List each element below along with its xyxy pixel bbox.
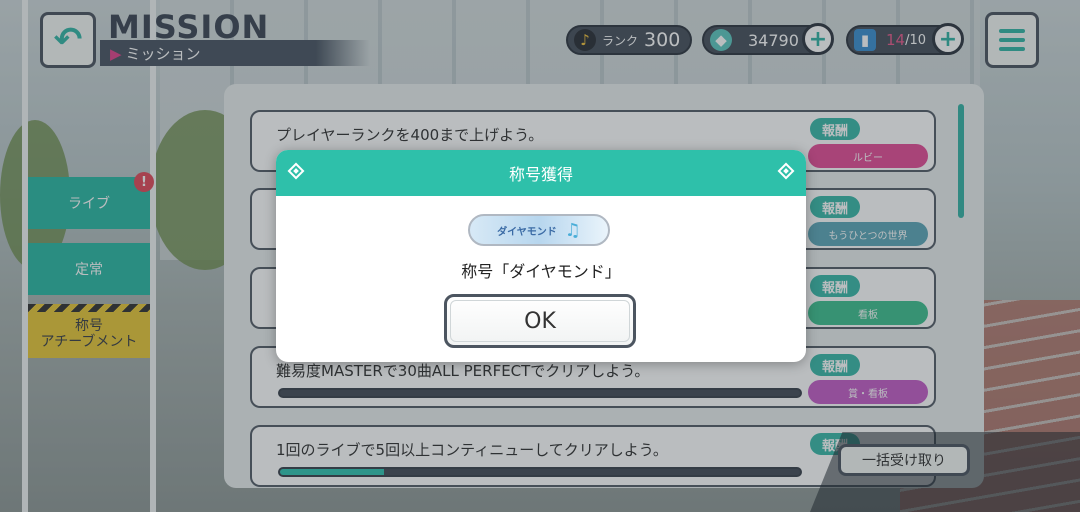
dialog-message: 称号「ダイヤモンド」 [461,262,621,281]
diamond-icon [287,162,305,180]
music-note-icon: ♫ [564,219,581,241]
title-acquired-dialog: 称号獲得 ダイヤモンド ♫ 称号「ダイヤモンド」 OK [276,150,806,362]
dialog-title: 称号獲得 [508,165,573,184]
ok-label: OK [524,308,556,334]
diamond-icon [777,162,795,180]
title-badge: ダイヤモンド ♫ [468,214,610,246]
ok-button[interactable]: OK [444,294,636,348]
dialog-header: 称号獲得 [276,150,806,196]
badge-text: ダイヤモンド [497,226,557,238]
